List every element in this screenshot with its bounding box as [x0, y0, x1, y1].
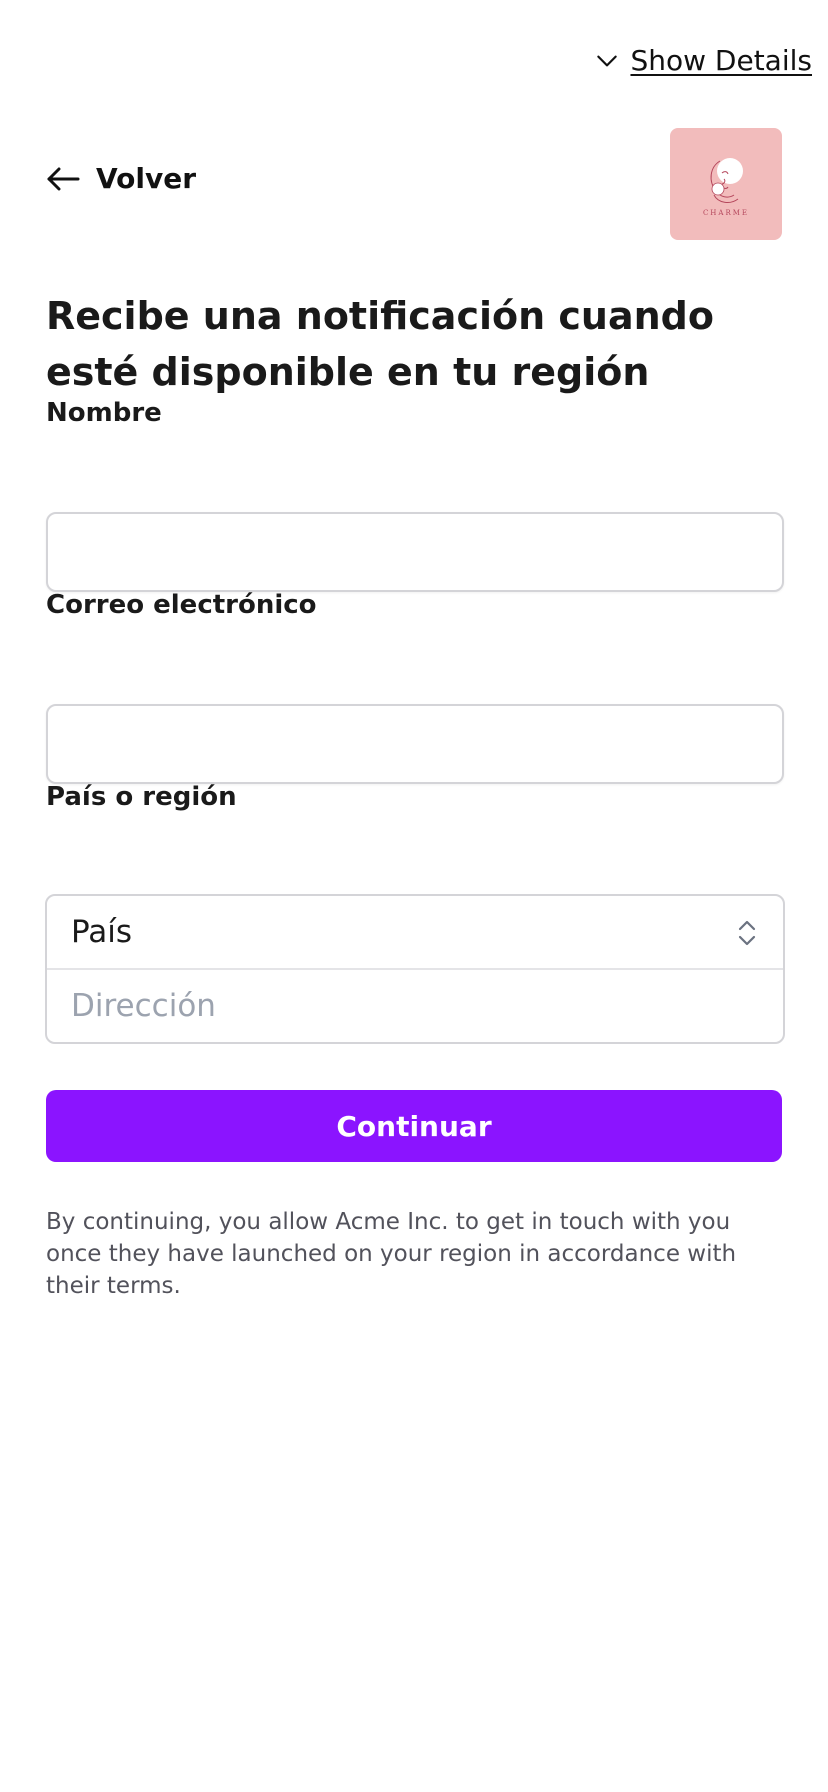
chevron-updown-icon: [738, 920, 756, 946]
show-details-link[interactable]: Show Details: [630, 44, 812, 77]
continue-button[interactable]: Continuar: [46, 1090, 782, 1162]
page-title: Recibe una notificación cuando esté disp…: [46, 294, 714, 394]
back-button[interactable]: Volver: [46, 162, 196, 195]
address-field[interactable]: [47, 970, 783, 1042]
name-field[interactable]: [46, 512, 784, 592]
country-select[interactable]: País: [47, 896, 783, 970]
region-label: País o región: [46, 782, 237, 812]
back-label: Volver: [96, 162, 197, 195]
name-label: Nombre: [46, 398, 162, 428]
chevron-down-icon: [597, 55, 618, 66]
email-field[interactable]: [46, 704, 784, 784]
email-label: Correo electrónico: [46, 590, 317, 620]
arrow-left-icon: [47, 167, 80, 190]
address-group: País: [45, 894, 785, 1044]
logo-wordmark: CHARME: [702, 209, 750, 217]
disclaimer-text: By continuing, you allow Acme Inc. to ge…: [46, 1209, 737, 1299]
face-line-art-icon: [710, 158, 743, 203]
brand-logo: CHARME: [670, 128, 782, 240]
show-details-toggle[interactable]: Show Details: [594, 44, 812, 77]
country-select-value: País: [71, 914, 133, 950]
